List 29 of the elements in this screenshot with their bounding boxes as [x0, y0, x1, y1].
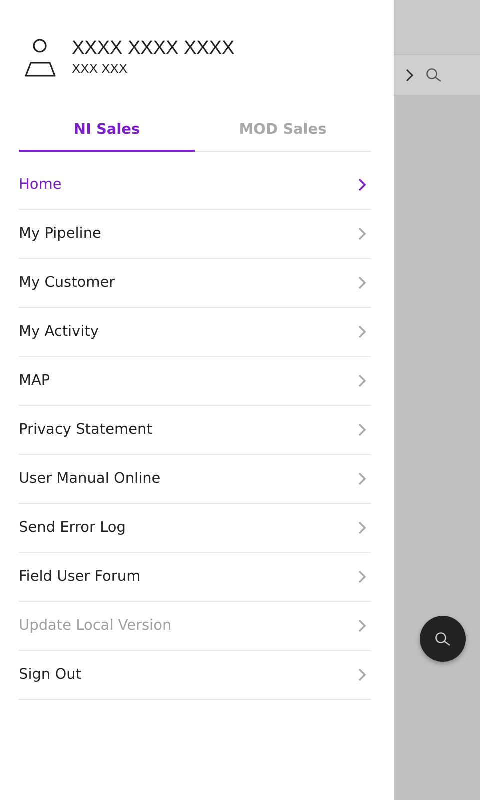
menu-item[interactable]: My Customer — [19, 259, 371, 308]
user-icon — [25, 39, 57, 79]
tab[interactable]: NI Sales — [19, 114, 195, 152]
search-icon — [434, 632, 452, 646]
chevron-icon — [358, 619, 367, 633]
chevron-icon[interactable] — [406, 68, 414, 82]
search-button[interactable] — [420, 616, 466, 662]
user-subtitle: XXX XXX — [72, 60, 129, 78]
menu-item[interactable]: Sign Out — [19, 651, 371, 700]
chevron-icon — [358, 668, 367, 682]
search-icon[interactable] — [426, 68, 443, 82]
chevron-icon — [358, 570, 367, 584]
menu-item[interactable]: Send Error Log — [19, 504, 371, 553]
menu-item[interactable]: User Manual Online — [19, 455, 371, 504]
menu-item[interactable]: My Activity — [19, 308, 371, 357]
menu-item[interactable]: Home — [19, 161, 371, 210]
menu-item[interactable]: MAP — [19, 357, 371, 406]
chevron-icon — [358, 325, 367, 339]
chevron-icon — [358, 178, 367, 192]
menu-item[interactable]: Privacy Statement — [19, 406, 371, 455]
chevron-icon — [358, 276, 367, 290]
chevron-icon — [358, 423, 367, 437]
chevron-icon — [358, 227, 367, 241]
chevron-icon — [358, 374, 367, 388]
menu-item[interactable]: Field User Forum — [19, 553, 371, 602]
chevron-icon — [358, 521, 367, 535]
chevron-icon — [358, 472, 367, 486]
menu-item[interactable]: My Pipeline — [19, 210, 371, 259]
user-name: XXXX XXXX XXXX — [72, 38, 235, 60]
